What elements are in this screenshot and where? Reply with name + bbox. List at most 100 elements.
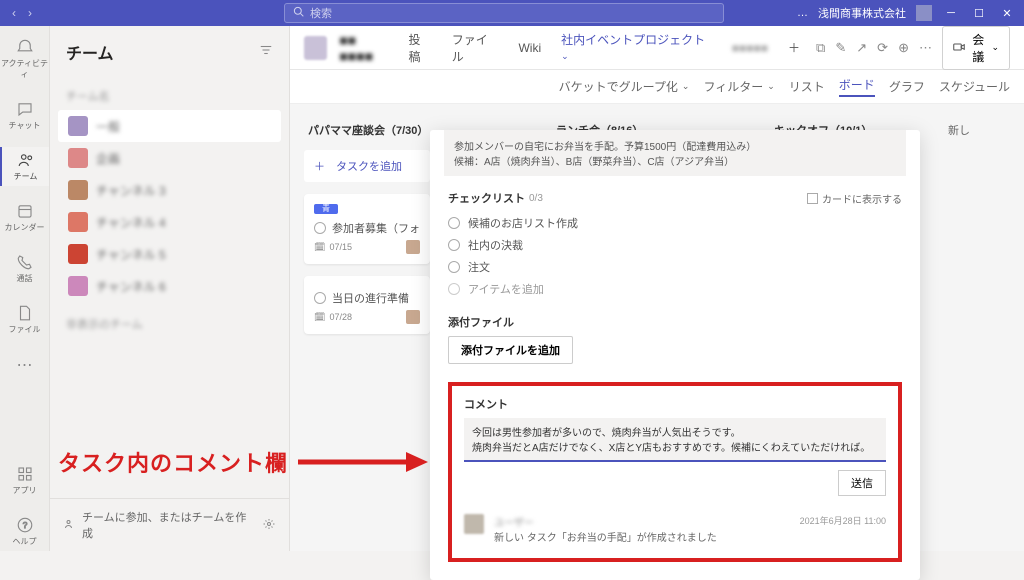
hidden-teams-label[interactable]: 非表示のチーム <box>58 310 281 338</box>
assignee-avatar <box>406 310 420 324</box>
complete-circle-icon[interactable] <box>314 222 326 234</box>
add-bucket[interactable]: 新し <box>944 116 1010 334</box>
view-board[interactable]: ボード <box>839 76 875 97</box>
comment-section: コメント 今回は男性参加者が多いので、焼肉弁当が人気出そうです。 焼肉弁当だとA… <box>448 382 902 562</box>
activity-user-name: ユーザー <box>494 514 790 529</box>
avatar[interactable] <box>916 5 932 21</box>
org-name: 浅間商事株式会社 <box>818 5 906 21</box>
checklist-item[interactable]: 注文 <box>448 256 902 278</box>
assignee-avatar <box>406 240 420 254</box>
rail-calendar[interactable]: カレンダー <box>0 198 49 237</box>
task-card-title: 当日の進行準備 <box>332 290 409 306</box>
tab-wiki[interactable]: Wiki <box>514 29 545 67</box>
arrow-icon <box>298 450 428 474</box>
filter-option[interactable]: フィルター⌄ <box>703 78 774 95</box>
tab-posts[interactable]: 投稿 <box>404 26 435 77</box>
back-icon[interactable]: ‹ <box>12 6 16 20</box>
tab-files[interactable]: ファイル <box>448 26 503 77</box>
attachments-header: 添付ファイル <box>448 314 902 330</box>
task-card[interactable]: 当日の進行準備 🗓07/28 <box>304 276 430 334</box>
minimize-button[interactable]: ─ <box>942 7 960 19</box>
channel-item[interactable]: チャンネル 6 <box>58 270 281 302</box>
rail-more[interactable]: ⋯ <box>0 351 49 379</box>
chevron-down-icon: ⌄ <box>561 51 569 61</box>
calendar-icon: 🗓 <box>314 312 325 323</box>
show-on-card-checkbox[interactable]: カードに表示する <box>807 191 902 206</box>
circle-icon[interactable] <box>448 239 460 251</box>
gear-icon <box>64 518 76 533</box>
add-tab-button[interactable]: ＋ <box>784 27 804 68</box>
rail-help[interactable]: ? ヘルプ <box>0 512 49 551</box>
view-chart[interactable]: グラフ <box>889 78 925 95</box>
comment-textarea[interactable]: 今回は男性参加者が多いので、焼肉弁当が人気出そうです。 焼肉弁当だとA店だけでな… <box>464 418 886 462</box>
activity-time: 2021年6月28日 11:00 <box>800 514 886 544</box>
channel-icon <box>304 36 327 60</box>
channel-item[interactable]: 企画 <box>58 142 281 174</box>
channel-header: ■■ ■■■■ 投稿 ファイル Wiki 社内イベントプロジェクト ⌄ ■■■■… <box>290 26 1024 70</box>
nav-arrows: ‹ › <box>0 6 32 20</box>
add-checklist-item[interactable]: アイテムを追加 <box>448 278 902 300</box>
search-placeholder: 検索 <box>310 5 332 21</box>
user-avatar <box>464 514 484 534</box>
add-attachment-button[interactable]: 添付ファイルを追加 <box>448 336 573 364</box>
channel-item[interactable]: チャンネル 5 <box>58 238 281 270</box>
teams-panel-title: チーム <box>66 40 114 64</box>
popout-icon[interactable]: ⧉ <box>816 40 825 56</box>
task-description[interactable]: 参加メンバーの自宅にお弁当を手配。予算1500円（配達費用込み） 候補：A店（焼… <box>444 130 906 176</box>
annotation-label: タスク内のコメント欄 <box>58 446 288 478</box>
team-group-label[interactable]: チーム名 <box>58 82 281 110</box>
search-input[interactable]: 検索 <box>284 3 724 23</box>
add-task-button[interactable]: ＋ タスクを追加 <box>304 150 430 182</box>
filter-icon[interactable] <box>259 43 273 62</box>
header-ellipsis[interactable]: … <box>797 7 808 19</box>
view-list[interactable]: リスト <box>789 78 825 95</box>
close-button[interactable]: ✕ <box>998 7 1016 20</box>
svg-text:?: ? <box>22 521 27 530</box>
view-schedule[interactable]: スケジュール <box>939 78 1010 95</box>
checklist-header: チェックリスト 0/3 カードに表示する <box>448 190 902 206</box>
checklist-item[interactable]: 候補のお店リスト作成 <box>448 212 902 234</box>
activity-text: 新しい タスク「お弁当の手配」が作成されました <box>494 529 790 544</box>
fullscreen-icon[interactable]: ↗ <box>856 40 867 56</box>
join-create-team[interactable]: チームに参加、またはチームを作成 <box>50 498 289 551</box>
link-icon[interactable]: ✎ <box>835 40 846 56</box>
circle-icon <box>448 283 460 295</box>
annotation-callout: タスク内のコメント欄 <box>58 446 428 478</box>
rail-chat[interactable]: チャット <box>0 96 49 135</box>
settings-icon[interactable] <box>263 518 275 533</box>
app-rail: アクティビティ チャット チーム カレンダー 通話 ファイル ⋯ アプリ <box>0 26 50 551</box>
task-detail-modal: 参加メンバーの自宅にお弁当を手配。予算1500円（配達費用込み） 候補：A店（焼… <box>430 130 920 580</box>
board-toolbar: バケットでグループ化⌄ フィルター⌄ リスト ボード グラフ スケジュール <box>290 70 1024 104</box>
rail-files[interactable]: ファイル <box>0 300 49 339</box>
title-bar: ‹ › 検索 … 浅間商事株式会社 ─ ☐ ✕ <box>0 0 1024 26</box>
rail-teams[interactable]: チーム <box>0 147 49 186</box>
bucket-title[interactable]: パパママ座談会（7/30） <box>304 116 430 144</box>
checkbox-icon <box>807 193 818 204</box>
send-button[interactable]: 送信 <box>838 470 886 496</box>
search-icon <box>293 6 304 20</box>
task-card-title: 参加者募集（フォ <box>332 220 420 236</box>
comment-header: コメント <box>464 396 886 412</box>
forward-icon[interactable]: › <box>28 6 32 20</box>
maximize-button[interactable]: ☐ <box>970 7 988 20</box>
chevron-down-icon: ⌄ <box>991 42 999 53</box>
rail-apps[interactable]: アプリ <box>0 461 49 500</box>
more-icon[interactable]: ⋯ <box>919 40 932 56</box>
task-card[interactable]: 青 参加者募集（フォ 🗓07/15 <box>304 194 430 264</box>
channel-item[interactable]: 一般 <box>58 110 281 142</box>
meet-button[interactable]: 会議 ⌄ <box>942 26 1010 70</box>
checklist-item[interactable]: 社内の決裁 <box>448 234 902 256</box>
complete-circle-icon[interactable] <box>314 292 326 304</box>
rail-activity[interactable]: アクティビティ <box>0 34 49 84</box>
refresh-icon[interactable]: ⟳ <box>877 40 888 56</box>
channel-item[interactable]: チャンネル 4 <box>58 206 281 238</box>
rail-calls[interactable]: 通話 <box>0 249 49 288</box>
tab-other[interactable]: ■■■■■ <box>728 29 772 67</box>
tab-project[interactable]: 社内イベントプロジェクト ⌄ <box>557 26 716 76</box>
circle-icon[interactable] <box>448 217 460 229</box>
group-by-bucket[interactable]: バケットでグループ化⌄ <box>559 78 690 95</box>
website-icon[interactable]: ⊕ <box>898 40 909 56</box>
camera-icon <box>953 41 965 55</box>
channel-item[interactable]: チャンネル 3 <box>58 174 281 206</box>
circle-icon[interactable] <box>448 261 460 273</box>
